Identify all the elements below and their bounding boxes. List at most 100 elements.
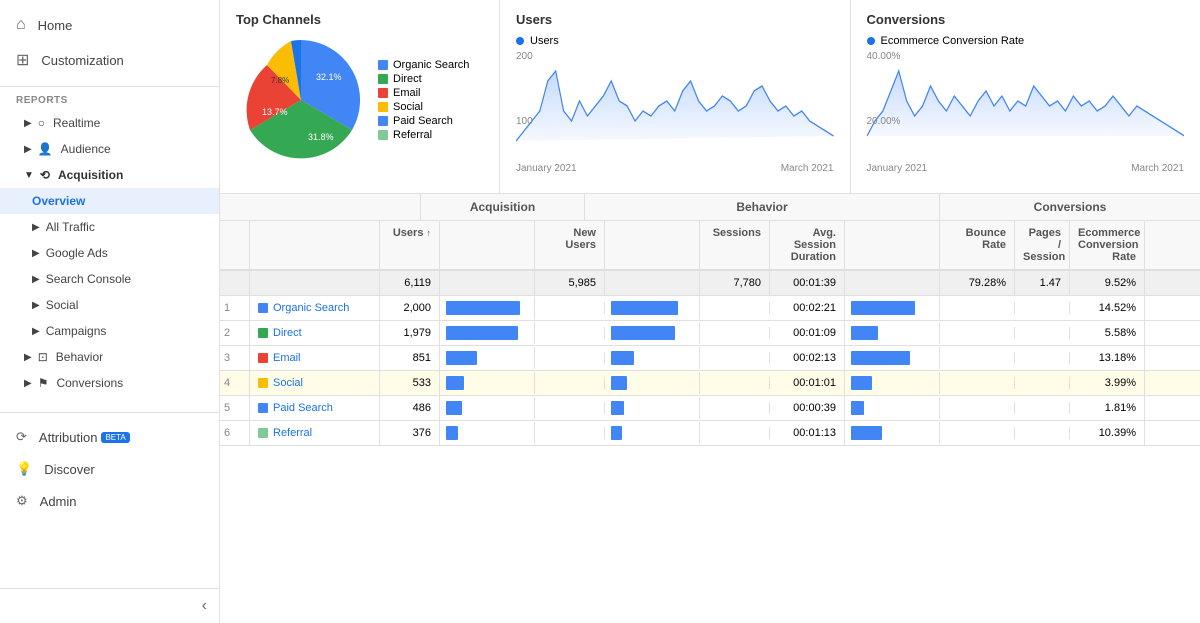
- users-dot: [516, 37, 524, 45]
- users-line-path: [516, 71, 834, 141]
- row-users-bar: [446, 426, 458, 440]
- row-bounce: [940, 327, 1015, 339]
- sidebar-sub-google-ads[interactable]: ▶ Google Ads: [0, 240, 219, 266]
- legend-label-paid: Paid Search: [393, 115, 453, 127]
- row-new-users-bar-cell: [605, 372, 700, 394]
- legend-dot-email: [378, 88, 388, 98]
- row-sessions: [700, 402, 770, 414]
- main-content: Top Channels 32.1%: [220, 0, 1200, 623]
- col-header-users[interactable]: Users ↑: [380, 221, 440, 269]
- channel-name-text: Referral: [273, 427, 312, 439]
- channel-name-text: Direct: [273, 327, 302, 339]
- conv-x-label-2: March 2021: [1131, 163, 1184, 174]
- channel-name-text: Social: [273, 377, 303, 389]
- channel-color-dot: [258, 328, 268, 338]
- campaigns-arrow-icon: ▶: [32, 326, 40, 337]
- users-x-label-2: March 2021: [781, 163, 834, 174]
- data-section: Acquisition Behavior Conversions Users ↑…: [220, 194, 1200, 446]
- conversions-series-label: Ecommerce Conversion Rate: [867, 35, 1185, 47]
- behavior-arrow-icon: ▶: [24, 352, 32, 363]
- sidebar-sub-social[interactable]: ▶ Social: [0, 292, 219, 318]
- row-new-users: [535, 302, 605, 314]
- table-row: 1 Organic Search 2,000 00:02:21 14.52%: [220, 296, 1200, 321]
- section-headers: Acquisition Behavior Conversions: [220, 194, 1200, 221]
- google-ads-label: Google Ads: [46, 246, 108, 260]
- col-header-new-users[interactable]: New Users: [535, 221, 605, 269]
- totals-new-users-bar: [605, 271, 700, 295]
- pie-chart-title: Top Channels: [236, 12, 483, 27]
- sidebar-item-customization[interactable]: ⊞ Customization: [0, 42, 219, 78]
- sidebar-item-realtime[interactable]: ▶ ○ Realtime: [0, 110, 219, 136]
- sidebar-acquisition-label: Acquisition: [58, 168, 123, 182]
- col-header-ecr[interactable]: Ecommerce Conversion Rate: [1070, 221, 1145, 269]
- row-users-bar-cell: [440, 372, 535, 394]
- col-header-channel[interactable]: [250, 221, 380, 269]
- col-header-bounce[interactable]: Bounce Rate: [940, 221, 1015, 269]
- users-x-label-1: January 2021: [516, 163, 577, 174]
- row-new-users-bar: [611, 351, 634, 365]
- conversions-line-path: [867, 71, 1185, 136]
- users-chart-panel: Users Users 200 100: [500, 0, 851, 193]
- pie-legend: Organic Search Direct Email Social: [378, 59, 469, 141]
- row-channel[interactable]: Direct: [250, 321, 380, 345]
- row-users-bar-cell: [440, 322, 535, 344]
- sidebar-sub-search-console[interactable]: ▶ Search Console: [0, 266, 219, 292]
- attribution-badge: BETA: [101, 432, 129, 443]
- all-traffic-label: All Traffic: [46, 220, 95, 234]
- pie-label-organic: 32.1%: [316, 72, 342, 82]
- sidebar-audience-label: Audience: [61, 142, 111, 156]
- channel-color-dot: [258, 428, 268, 438]
- row-channel[interactable]: Email: [250, 346, 380, 370]
- row-new-users-bar-cell: [605, 422, 700, 444]
- sidebar-collapse-btn[interactable]: ‹: [0, 588, 219, 623]
- sidebar-behavior-label: Behavior: [56, 350, 103, 364]
- row-channel[interactable]: Social: [250, 371, 380, 395]
- row-bounce: [940, 402, 1015, 414]
- legend-label-email: Email: [393, 87, 421, 99]
- table-row: 3 Email 851 00:02:13 13.18%: [220, 346, 1200, 371]
- row-users: 376: [380, 421, 440, 445]
- row-channel[interactable]: Referral: [250, 421, 380, 445]
- sidebar-item-admin[interactable]: ⚙ Admin: [0, 485, 219, 517]
- row-channel[interactable]: Organic Search: [250, 296, 380, 320]
- sidebar-sub-campaigns[interactable]: ▶ Campaigns: [0, 318, 219, 344]
- sidebar-item-audience[interactable]: ▶ 👤 Audience: [0, 136, 219, 162]
- row-avg-dur-bar-cell: [845, 397, 940, 419]
- conversions-dot: [867, 37, 875, 45]
- row-new-users-bar: [611, 301, 678, 315]
- users-y-max: 200: [516, 51, 533, 62]
- sidebar-item-acquisition[interactable]: ▼ ⟲ Acquisition: [0, 162, 219, 188]
- attribution-label: Attribution: [39, 430, 98, 445]
- col-header-new-users-bar: [605, 221, 700, 269]
- row-new-users-bar: [611, 376, 627, 390]
- row-pages: [1015, 402, 1070, 414]
- realtime-arrow-icon: ▶: [24, 118, 32, 129]
- totals-users-bar: [440, 271, 535, 295]
- sidebar-sub-all-traffic[interactable]: ▶ All Traffic: [0, 214, 219, 240]
- row-avg-dur: 00:01:01: [770, 371, 845, 395]
- section-spacer: [220, 194, 420, 220]
- sidebar-item-discover[interactable]: 💡 Discover: [0, 453, 219, 485]
- row-new-users-bar-cell: [605, 322, 700, 344]
- sidebar-sub-overview[interactable]: Overview: [0, 188, 219, 214]
- charts-row: Top Channels 32.1%: [220, 0, 1200, 194]
- acquisition-icon: ⟲: [40, 168, 50, 182]
- discover-label: Discover: [44, 462, 95, 477]
- col-header-sessions[interactable]: Sessions: [700, 221, 770, 269]
- sidebar-item-conversions[interactable]: ▶ ⚑ Conversions: [0, 370, 219, 396]
- sidebar-item-home[interactable]: ⌂ Home: [0, 8, 219, 42]
- totals-channel: [250, 271, 380, 295]
- totals-ecr: 9.52%: [1070, 271, 1145, 295]
- sidebar-item-attribution[interactable]: ⟳ Attribution BETA: [0, 421, 219, 453]
- col-header-pages[interactable]: Pages / Session: [1015, 221, 1070, 269]
- col-header-avg-dur[interactable]: Avg. Session Duration: [770, 221, 845, 269]
- users-y-mid: 100: [516, 116, 533, 127]
- row-users: 533: [380, 371, 440, 395]
- legend-dot-direct: [378, 74, 388, 84]
- row-channel[interactable]: Paid Search: [250, 396, 380, 420]
- row-avg-dur-bar-cell: [845, 322, 940, 344]
- row-ecr: 13.18%: [1070, 346, 1145, 370]
- overview-label: Overview: [32, 194, 85, 208]
- sidebar-item-behavior[interactable]: ▶ ⊡ Behavior: [0, 344, 219, 370]
- row-pages: [1015, 352, 1070, 364]
